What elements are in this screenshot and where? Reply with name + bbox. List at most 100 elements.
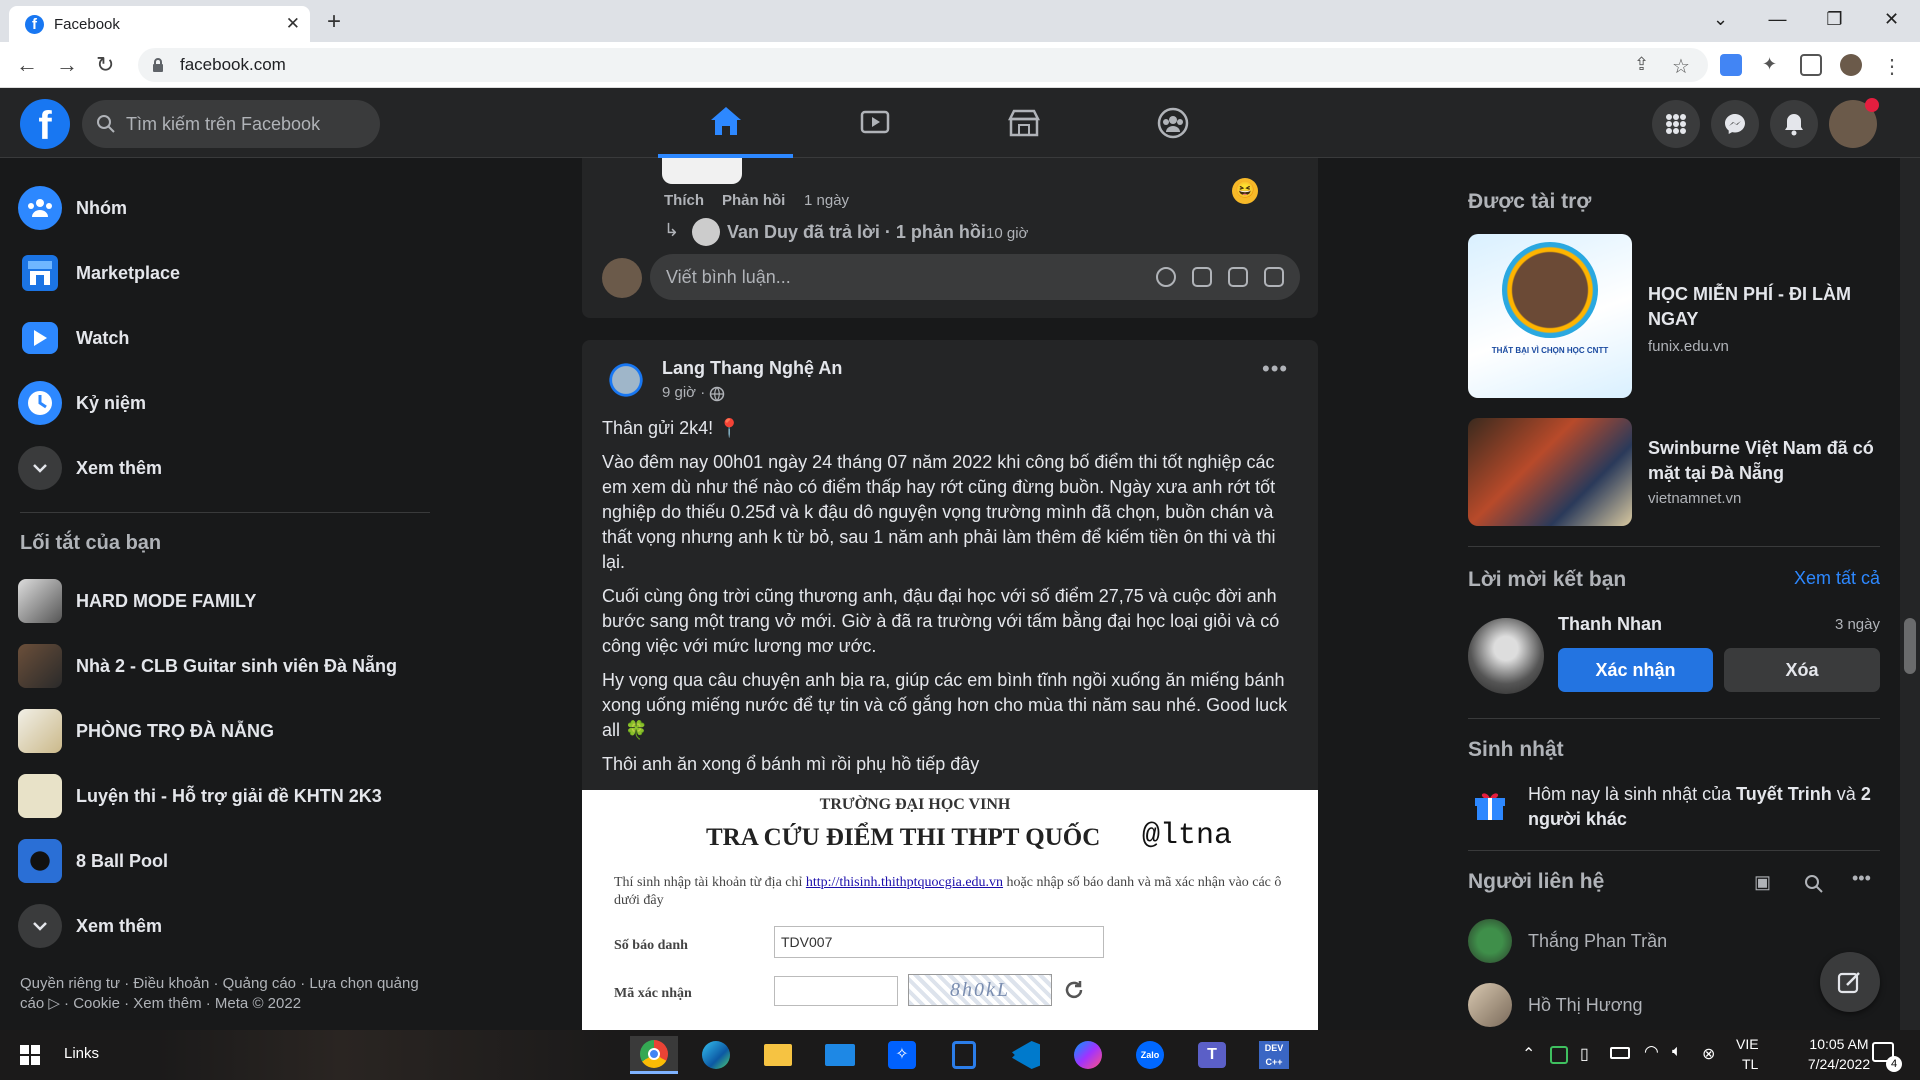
post-text-paragraph: Vào đêm nay 00h01 ngày 24 tháng 07 năm 2… xyxy=(602,452,1276,572)
shortcut-item[interactable]: Nhà 2 - CLB Guitar sinh viên Đà Nẵng xyxy=(18,638,397,694)
share-icon[interactable]: ⇪ xyxy=(1634,54,1656,76)
birthdays-heading: Sinh nhật xyxy=(1468,738,1564,761)
contact-item[interactable]: Thắng Phan Trần xyxy=(1468,916,1880,966)
sponsored-ad[interactable]: THẤT BẠI VÌ CHỌN HỌC CNTT HỌC MIỄN PHÍ -… xyxy=(1468,234,1888,398)
sidebar-item-watch[interactable]: Watch xyxy=(18,310,129,366)
restore-icon[interactable]: ❐ xyxy=(1806,0,1863,40)
profile-avatar-icon[interactable] xyxy=(1840,54,1862,76)
friend-name[interactable]: Thanh Nhan xyxy=(1558,614,1662,635)
contacts-options-icon[interactable]: ••• xyxy=(1852,868,1871,889)
app-taskbar-icon[interactable] xyxy=(940,1036,988,1074)
post-time[interactable]: 9 giờ · xyxy=(662,384,705,401)
windows-start-icon[interactable] xyxy=(20,1045,40,1065)
close-tab-icon[interactable]: ✕ xyxy=(286,14,300,34)
account-avatar[interactable] xyxy=(1829,98,1879,148)
shortcuts-see-more[interactable]: Xem thêm xyxy=(18,898,162,954)
tray-app-icon[interactable] xyxy=(1550,1046,1568,1064)
sponsored-ad[interactable]: Swinburne Việt Nam đã có mặt tại Đà Nẵng… xyxy=(1468,418,1888,578)
new-message-button[interactable] xyxy=(1820,952,1880,1012)
contact-item[interactable]: Hồ Thị Hương xyxy=(1468,980,1880,1030)
instruction-text: Thí sinh nhập tài khoản từ địa chỉ xyxy=(614,875,803,890)
tab-search-icon[interactable]: ⌄ xyxy=(1692,0,1749,40)
sidebar-divider xyxy=(20,512,430,513)
close-window-icon[interactable]: ✕ xyxy=(1863,0,1920,40)
contact-avatar xyxy=(1468,919,1512,963)
page-avatar[interactable] xyxy=(602,356,650,404)
messenger-button[interactable] xyxy=(1711,100,1759,148)
tray-device-icon[interactable]: ▯ xyxy=(1580,1044,1589,1064)
shortcut-item[interactable]: Luyện thi - Hỗ trợ giải đề KHTN 2K3 xyxy=(18,768,382,824)
scrollbar-thumb[interactable] xyxy=(1904,618,1916,674)
input-method[interactable]: TL xyxy=(1742,1056,1758,1072)
nav-marketplace[interactable] xyxy=(956,88,1091,158)
nav-watch[interactable] xyxy=(807,88,942,158)
teams-taskbar-icon[interactable]: T xyxy=(1188,1036,1236,1074)
devc-taskbar-icon[interactable]: DEV C++ xyxy=(1250,1036,1298,1074)
shortcut-item[interactable]: 8 Ball Pool xyxy=(18,833,168,889)
nav-home[interactable] xyxy=(658,88,793,158)
search-contacts-icon[interactable] xyxy=(1804,874,1824,894)
zalo-taskbar-icon[interactable]: Zalo xyxy=(1126,1036,1174,1074)
clock-time[interactable]: 10:05 AM xyxy=(1794,1036,1884,1052)
reload-icon[interactable]: ↻ xyxy=(96,52,114,78)
minimize-icon[interactable]: — xyxy=(1749,0,1806,40)
edge-taskbar-icon[interactable] xyxy=(692,1036,740,1074)
side-panel-icon[interactable] xyxy=(1800,54,1822,76)
shortcut-item[interactable]: HARD MODE FAMILY xyxy=(18,573,256,629)
see-all-link[interactable]: Xem tất cả xyxy=(1794,568,1880,589)
input-language[interactable]: VIE xyxy=(1736,1036,1759,1052)
tray-disconnected-icon[interactable]: ⊗ xyxy=(1702,1044,1715,1064)
menu-button[interactable] xyxy=(1652,100,1700,148)
sidebar-see-more[interactable]: Xem thêm xyxy=(18,440,162,496)
page-scrollbar[interactable] xyxy=(1900,158,1920,1030)
sidebar-item-marketplace[interactable]: Marketplace xyxy=(18,245,180,301)
wifi-icon[interactable]: ◠ xyxy=(1644,1042,1659,1062)
mail-taskbar-icon[interactable] xyxy=(816,1036,864,1074)
vscode-taskbar-icon[interactable] xyxy=(1002,1036,1050,1074)
like-comment-link[interactable]: Thích xyxy=(664,192,704,209)
gift-icon xyxy=(1472,786,1508,822)
post-author[interactable]: Lang Thang Nghệ An xyxy=(662,358,842,379)
browser-tab[interactable]: f Facebook ✕ xyxy=(9,6,310,42)
reply-comment-link[interactable]: Phản hồi xyxy=(722,192,785,209)
clock-date[interactable]: 7/24/2022 xyxy=(1794,1056,1884,1072)
post-options-icon[interactable]: ••• xyxy=(1262,356,1288,382)
taskbar-search-label[interactable]: Links xyxy=(64,1045,99,1062)
left-sidebar: Nhóm Marketplace Watch Kỷ niệm Xem thêm … xyxy=(0,158,440,1030)
camera-icon[interactable] xyxy=(1192,267,1212,287)
chrome-taskbar-icon[interactable] xyxy=(630,1036,678,1074)
translate-extension-icon[interactable] xyxy=(1720,54,1742,76)
emoji-icon[interactable] xyxy=(1156,267,1176,287)
friend-avatar[interactable] xyxy=(1468,618,1544,694)
volume-icon[interactable]: 🔈︎ xyxy=(1672,1043,1682,1061)
file-explorer-taskbar-icon[interactable] xyxy=(754,1036,802,1074)
nav-groups[interactable] xyxy=(1105,88,1240,158)
new-tab-icon[interactable]: + xyxy=(327,8,341,36)
view-replies-link[interactable]: Van Duy đã trả lời · 1 phản hồi xyxy=(727,222,986,243)
battery-icon[interactable] xyxy=(1610,1047,1630,1059)
notifications-button[interactable] xyxy=(1770,100,1818,148)
post-image[interactable]: TRƯỜNG ĐẠI HỌC VINH TRA CỨU ĐIỂM THI THP… xyxy=(582,790,1318,1030)
delete-button[interactable]: Xóa xyxy=(1724,648,1880,692)
messenger-taskbar-icon[interactable] xyxy=(1064,1036,1112,1074)
birthday-text[interactable]: Hôm nay là sinh nhật của Tuyết Trinh và … xyxy=(1528,782,1878,832)
comment-input[interactable]: Viết bình luận... xyxy=(650,254,1300,300)
sidebar-item-groups[interactable]: Nhóm xyxy=(18,180,127,236)
gif-icon[interactable] xyxy=(1228,267,1248,287)
new-room-icon[interactable]: ▣ xyxy=(1754,872,1771,893)
omnibox[interactable]: facebook.com xyxy=(138,48,1708,82)
footer-links[interactable]: Quyền riêng tư · Điều khoản · Quảng cáo … xyxy=(20,974,420,1014)
facebook-logo-icon[interactable]: f xyxy=(20,99,70,149)
extensions-icon[interactable]: ✦ xyxy=(1762,54,1784,76)
sticker-icon[interactable] xyxy=(1264,267,1284,287)
facebook-search[interactable]: Tìm kiếm trên Facebook xyxy=(82,100,380,148)
shortcut-item[interactable]: PHÒNG TRỌ ĐÀ NẴNG xyxy=(18,703,274,759)
forward-icon[interactable]: → xyxy=(56,52,78,78)
confirm-button[interactable]: Xác nhận xyxy=(1558,648,1713,692)
browser-menu-icon[interactable]: ⋮ xyxy=(1882,54,1904,78)
show-hidden-icons-icon[interactable]: ⌃ xyxy=(1522,1044,1535,1064)
bookmark-star-icon[interactable]: ☆ xyxy=(1672,54,1694,78)
sidebar-item-memories[interactable]: Kỷ niệm xyxy=(18,375,146,431)
back-icon[interactable]: ← xyxy=(16,52,38,78)
dropbox-taskbar-icon[interactable]: ✧ xyxy=(878,1036,926,1074)
